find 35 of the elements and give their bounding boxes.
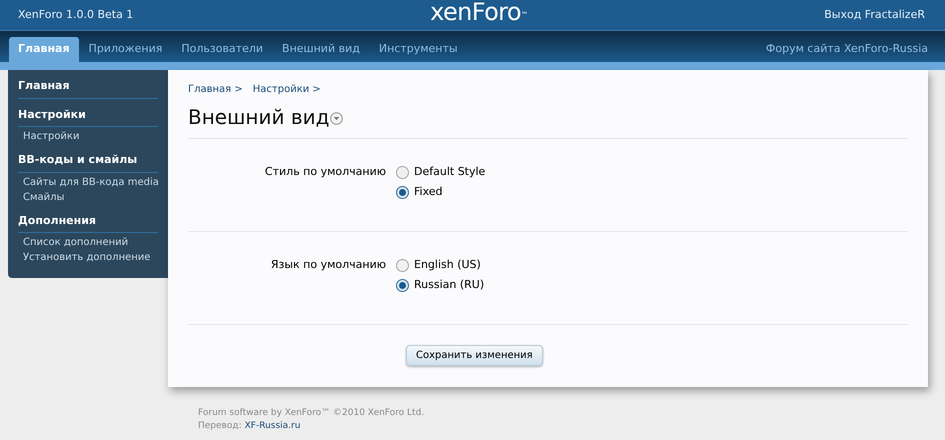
radio-button[interactable] [396, 186, 409, 198]
field-label: Стиль по умолчанию [264, 164, 387, 180]
page-title: Внешний вид [188, 104, 330, 131]
nav-tab[interactable]: Пользователи [172, 37, 272, 62]
sidebar-heading[interactable]: Дополнения [18, 212, 158, 233]
dropdown-icon[interactable] [330, 112, 344, 125]
field-label: Язык по умолчанию [270, 257, 387, 273]
logout-link[interactable]: Выход FractalizeR [824, 6, 925, 24]
translation-link[interactable]: XF-Russia.ru [244, 420, 300, 433]
version-label: XenForo 1.0.0 Beta 1 [18, 6, 134, 23]
option-label: Russian (RU) [414, 276, 484, 293]
sidebar-heading[interactable]: Настройки [18, 106, 158, 127]
radio-button[interactable] [396, 258, 409, 272]
nav-tab[interactable]: Внешний вид [273, 37, 369, 62]
sidebar-item[interactable]: Настройки [23, 129, 168, 144]
sidebar-item[interactable]: Сайты для BB-кода media [23, 174, 168, 190]
radio-button[interactable] [396, 278, 409, 292]
sidebar-item[interactable]: Список дополнений [23, 235, 168, 250]
option-label: Default Style [414, 164, 486, 180]
sidebar-heading[interactable]: Главная [18, 78, 158, 98]
sidebar-item[interactable]: Установить дополнение [23, 250, 168, 265]
translation-label: Перевод: [198, 420, 242, 433]
save-button[interactable]: Сохранить изменения [406, 345, 543, 366]
breadcrumb-link[interactable]: Главная > [188, 82, 243, 97]
sidebar-heading[interactable]: BB-коды и смайлы [18, 152, 158, 172]
sidebar-item[interactable]: Смайлы [23, 190, 168, 204]
nav-tab[interactable]: Инструменты [370, 37, 467, 62]
forum-link[interactable]: Форум сайта XenForo-Russia [766, 37, 928, 62]
breadcrumb-link[interactable]: Настройки > [252, 82, 321, 97]
option-label: Fixed [414, 184, 443, 200]
logo[interactable]: xenForo$^{™}$ [430, 0, 528, 25]
copyright-text: Forum software by XenForo™ ©2010 XenForo Ltd. [198, 407, 426, 420]
radio-button[interactable] [396, 166, 409, 178]
nav-tab[interactable]: Приложения [80, 37, 172, 62]
option-label: English (US) [414, 256, 481, 273]
